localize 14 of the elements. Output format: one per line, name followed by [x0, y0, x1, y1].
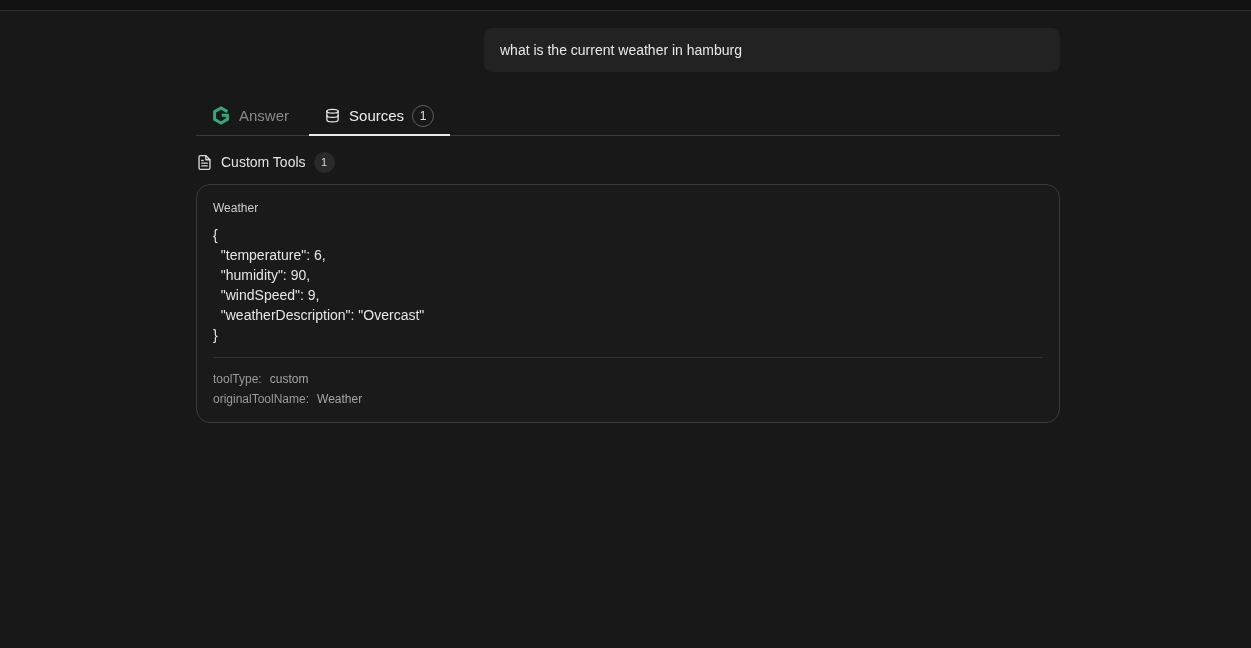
meta-key: originalToolName: — [213, 389, 310, 409]
database-icon — [325, 108, 341, 123]
section-title: Custom Tools — [221, 154, 306, 170]
meta-value: Weather — [317, 391, 363, 408]
meta-value: custom — [269, 371, 309, 388]
tab[interactable]: Answer — [196, 97, 306, 136]
meta-key: toolType: — [213, 369, 262, 389]
json-output: { "temperature": 6, "humidity": 90, "windSpeed": 9, "weatherDescription": "Overcast" } — [213, 226, 426, 345]
document-icon — [198, 154, 211, 170]
count-badge: 1 — [313, 151, 335, 173]
tab[interactable]: Sources 1 — [309, 97, 451, 136]
result-title: Weather — [213, 200, 260, 216]
user-message: what is the current weather in hamburg — [484, 28, 1060, 72]
logo-icon — [212, 106, 230, 125]
